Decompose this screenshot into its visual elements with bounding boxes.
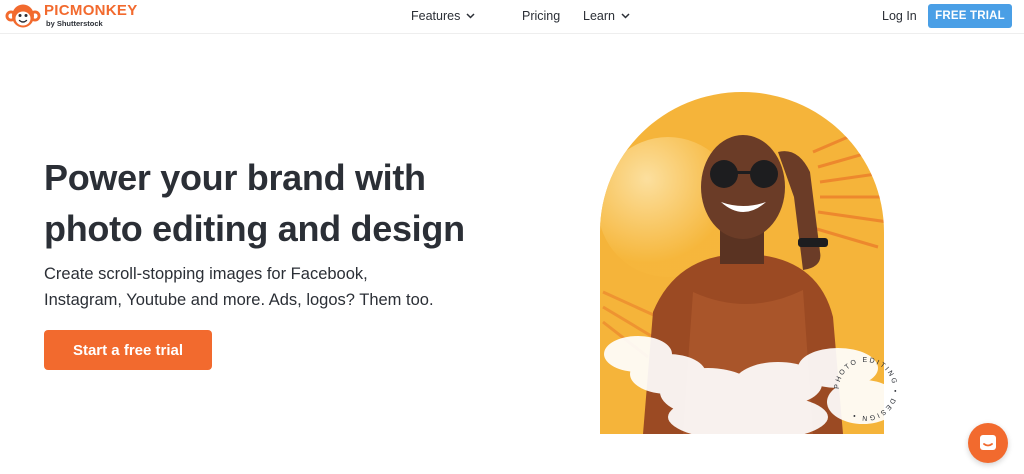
nav-learn[interactable]: Learn [583,9,630,23]
chat-icon [980,435,996,450]
top-header: PICMONKEY by Shutterstock Features Prici… [0,0,1024,34]
monkey-logo-icon [5,4,41,28]
nav-pricing[interactable]: Pricing [522,9,572,23]
login-link[interactable]: Log In [882,9,917,23]
nav-pricing-label: Pricing [522,9,561,23]
free-trial-button[interactable]: FREE TRIAL [928,4,1012,28]
nav-features-label: Features [411,9,461,23]
chevron-down-icon [466,13,475,19]
hero-subtext: Create scroll-stopping images for Facebo… [44,265,434,309]
start-free-trial-button[interactable]: Start a free trial [44,330,212,370]
chat-button[interactable] [968,423,1008,463]
hero-image: PHOTO EDITING • DESIGN • [600,92,896,434]
nav-learn-label: Learn [583,9,615,23]
main-nav: Features Pricing Learn [411,9,630,23]
hero-headline: Power your brand with photo editing and … [44,157,465,249]
brand-logo[interactable]: PICMONKEY by Shutterstock [4,2,138,30]
chevron-down-icon [621,13,630,19]
brand-name: PICMONKEY [44,2,138,19]
nav-features[interactable]: Features [411,9,522,23]
brand-subtitle: by Shutterstock [46,19,103,28]
